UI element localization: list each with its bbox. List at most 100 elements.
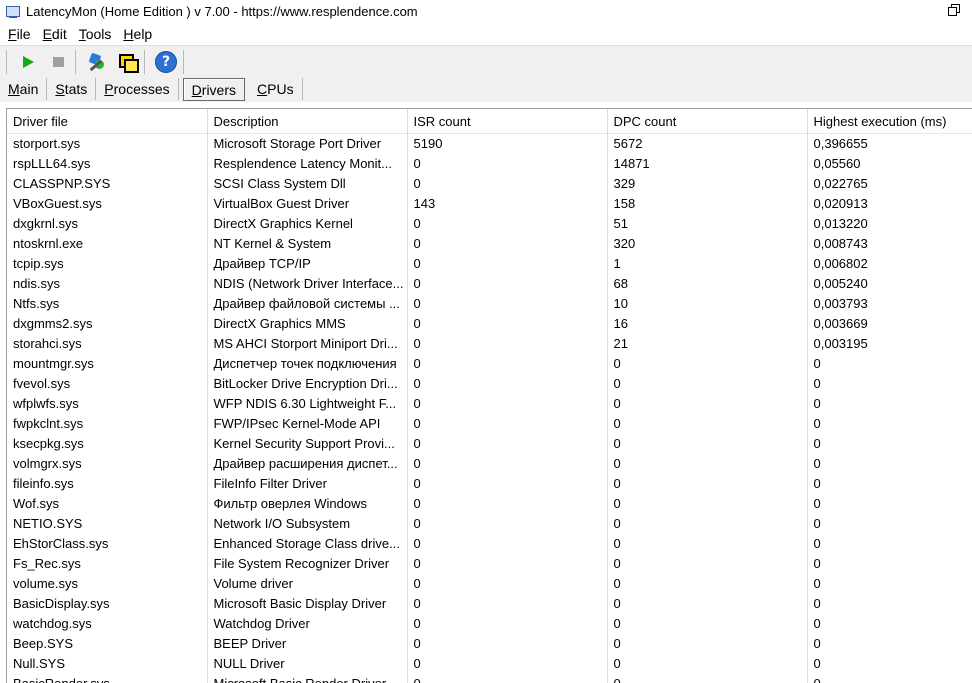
table-row[interactable]: storport.sys Microsoft Storage Port Drive… bbox=[7, 133, 972, 154]
tools-button[interactable] bbox=[84, 49, 110, 75]
cell-isr-count: 0 bbox=[407, 474, 608, 494]
cell-driver-file: dxgmms2.sys bbox=[7, 314, 208, 334]
wrench-icon bbox=[87, 52, 107, 72]
column-header-driver-file[interactable]: Driver file bbox=[7, 109, 208, 134]
stop-button[interactable] bbox=[45, 49, 71, 75]
cell-driver-file: storahci.sys bbox=[7, 334, 208, 354]
cell-driver-file: watchdog.sys bbox=[7, 614, 208, 634]
cell-dpc-count: 0 bbox=[607, 634, 808, 654]
cell-isr-count: 0 bbox=[407, 554, 608, 574]
menu-help[interactable]: Help bbox=[115, 26, 156, 42]
cell-isr-count: 0 bbox=[407, 154, 608, 174]
table-row[interactable]: Fs_Rec.sys File System Recognizer Driver 0… bbox=[7, 554, 972, 574]
cell-highest-execution: 0 bbox=[807, 454, 972, 474]
tab-processes[interactable]: Processes bbox=[96, 78, 179, 100]
cell-driver-file: ksecpkg.sys bbox=[7, 434, 208, 454]
cell-dpc-count: 10 bbox=[607, 294, 808, 314]
cell-highest-execution: 0 bbox=[807, 594, 972, 614]
windows-button[interactable] bbox=[114, 49, 140, 75]
table-row[interactable]: BasicDisplay.sys Microsoft Basic Display … bbox=[7, 594, 972, 614]
cell-highest-execution: 0,05560 bbox=[807, 154, 972, 174]
cell-dpc-count: 0 bbox=[607, 574, 808, 594]
table-row[interactable]: fileinfo.sys FileInfo Filter Driver 0 0 0 bbox=[7, 474, 972, 494]
cell-description: File System Recognizer Driver bbox=[207, 554, 408, 574]
column-header-description[interactable]: Description bbox=[207, 109, 408, 134]
table-row[interactable]: dxgkrnl.sys DirectX Graphics Kernel 0 51 0,0… bbox=[7, 214, 972, 234]
table-row[interactable]: volume.sys Volume driver 0 0 0 bbox=[7, 574, 972, 594]
cell-dpc-count: 0 bbox=[607, 434, 808, 454]
window-title: LatencyMon (Home Edition ) v 7.00 - http… bbox=[26, 4, 418, 19]
cell-highest-execution: 0,020913 bbox=[807, 194, 972, 214]
title-bar: LatencyMon (Home Edition ) v 7.00 - http… bbox=[0, 0, 972, 23]
cell-description: Microsoft Basic Display Driver bbox=[207, 594, 408, 614]
column-header-dpc-count[interactable]: DPC count bbox=[607, 109, 808, 134]
cell-isr-count: 0 bbox=[407, 314, 608, 334]
column-header-highest-execution[interactable]: Highest execution (ms) bbox=[807, 109, 972, 134]
cell-dpc-count: 0 bbox=[607, 614, 808, 634]
cell-isr-count: 0 bbox=[407, 334, 608, 354]
table-row[interactable]: tcpip.sys Драйвер TCP/IP 0 1 0,006802 bbox=[7, 254, 972, 274]
cell-highest-execution: 0,003793 bbox=[807, 294, 972, 314]
cell-driver-file: Fs_Rec.sys bbox=[7, 554, 208, 574]
cell-driver-file: volume.sys bbox=[7, 574, 208, 594]
cell-description: VirtualBox Guest Driver bbox=[207, 194, 408, 214]
table-row[interactable]: Wof.sys Фильтр оверлея Windows 0 0 0 bbox=[7, 494, 972, 514]
table-row[interactable]: storahci.sys MS AHCI Storport Miniport Dr… bbox=[7, 334, 972, 354]
table-row[interactable]: volmgrx.sys Драйвер расширения диспет... 0… bbox=[7, 454, 972, 474]
tab-cpus[interactable]: C PUs bbox=[249, 78, 303, 100]
cell-isr-count: 0 bbox=[407, 174, 608, 194]
cell-isr-count: 0 bbox=[407, 234, 608, 254]
cell-description: Драйвер TCP/IP bbox=[207, 254, 408, 274]
table-row[interactable]: mountmgr.sys Диспетчер точек подключения 0… bbox=[7, 354, 972, 374]
menu-tools[interactable]: Tools bbox=[71, 26, 116, 42]
cell-dpc-count: 329 bbox=[607, 174, 808, 194]
table-row[interactable]: ntoskrnl.exe NT Kernel & System 0 320 0,0087… bbox=[7, 234, 972, 254]
table-row[interactable]: fwpkclnt.sys FWP/IPsec Kernel-Mode API 0 0 0 bbox=[7, 414, 972, 434]
table-row[interactable]: Ntfs.sys Драйвер файловой системы ... 0 10 0… bbox=[7, 294, 972, 314]
cell-dpc-count: 0 bbox=[607, 494, 808, 514]
table-row[interactable]: fvevol.sys BitLocker Drive Encryption Dri… bbox=[7, 374, 972, 394]
cell-dpc-count: 158 bbox=[607, 194, 808, 214]
cell-driver-file: ntoskrnl.exe bbox=[7, 234, 208, 254]
table-row[interactable]: ndis.sys NDIS (Network Driver Interface..… bbox=[7, 274, 972, 294]
drivers-table[interactable]: Driver file Description ISR count DPC co… bbox=[6, 108, 972, 683]
table-row[interactable]: Null.SYS NULL Driver 0 0 0 bbox=[7, 654, 972, 674]
table-row[interactable]: wfplwfs.sys WFP NDIS 6.30 Lightweight F..… bbox=[7, 394, 972, 414]
cell-isr-count: 0 bbox=[407, 654, 608, 674]
table-row[interactable]: CLASSPNP.SYS SCSI Class System Dll 0 329 0,0… bbox=[7, 174, 972, 194]
help-button[interactable]: ? bbox=[153, 49, 179, 75]
cell-driver-file: CLASSPNP.SYS bbox=[7, 174, 208, 194]
cell-description: Kernel Security Support Provi... bbox=[207, 434, 408, 454]
cell-description: Драйвер файловой системы ... bbox=[207, 294, 408, 314]
column-header-isr-count[interactable]: ISR count bbox=[407, 109, 608, 134]
cell-description: Resplendence Latency Monit... bbox=[207, 154, 408, 174]
table-row[interactable]: watchdog.sys Watchdog Driver 0 0 0 bbox=[7, 614, 972, 634]
cell-highest-execution: 0 bbox=[807, 534, 972, 554]
table-row[interactable]: ksecpkg.sys Kernel Security Support Provi… bbox=[7, 434, 972, 454]
table-row[interactable]: dxgmms2.sys DirectX Graphics MMS 0 16 0,0036… bbox=[7, 314, 972, 334]
tab-drivers[interactable]: Drivers bbox=[182, 78, 246, 101]
cell-isr-count: 0 bbox=[407, 354, 608, 374]
tab-main[interactable]: Main bbox=[0, 78, 48, 100]
tab-bar: Main Stats Processes Drivers C PUs bbox=[0, 77, 972, 102]
cell-highest-execution: 0,008743 bbox=[807, 234, 972, 254]
restore-window-icon[interactable] bbox=[948, 4, 962, 18]
cell-driver-file: EhStorClass.sys bbox=[7, 534, 208, 554]
table-row[interactable]: VBoxGuest.sys VirtualBox Guest Driver 143 1… bbox=[7, 194, 972, 214]
cell-driver-file: Wof.sys bbox=[7, 494, 208, 514]
cell-isr-count: 0 bbox=[407, 534, 608, 554]
cell-highest-execution: 0 bbox=[807, 414, 972, 434]
menu-file[interactable]: File bbox=[0, 26, 35, 42]
table-row[interactable]: rspLLL64.sys Resplendence Latency Monit..… bbox=[7, 154, 972, 174]
table-row[interactable]: EhStorClass.sys Enhanced Storage Class dr… bbox=[7, 534, 972, 554]
cell-dpc-count: 14871 bbox=[607, 154, 808, 174]
start-button[interactable] bbox=[15, 49, 41, 75]
table-row[interactable]: NETIO.SYS Network I/O Subsystem 0 0 0 bbox=[7, 514, 972, 534]
cell-dpc-count: 1 bbox=[607, 254, 808, 274]
cell-dpc-count: 320 bbox=[607, 234, 808, 254]
table-row[interactable]: Beep.SYS BEEP Driver 0 0 0 bbox=[7, 634, 972, 654]
toolbar-separator bbox=[6, 50, 7, 74]
menu-edit[interactable]: Edit bbox=[35, 26, 71, 42]
cell-driver-file: VBoxGuest.sys bbox=[7, 194, 208, 214]
tab-stats[interactable]: Stats bbox=[47, 78, 97, 100]
